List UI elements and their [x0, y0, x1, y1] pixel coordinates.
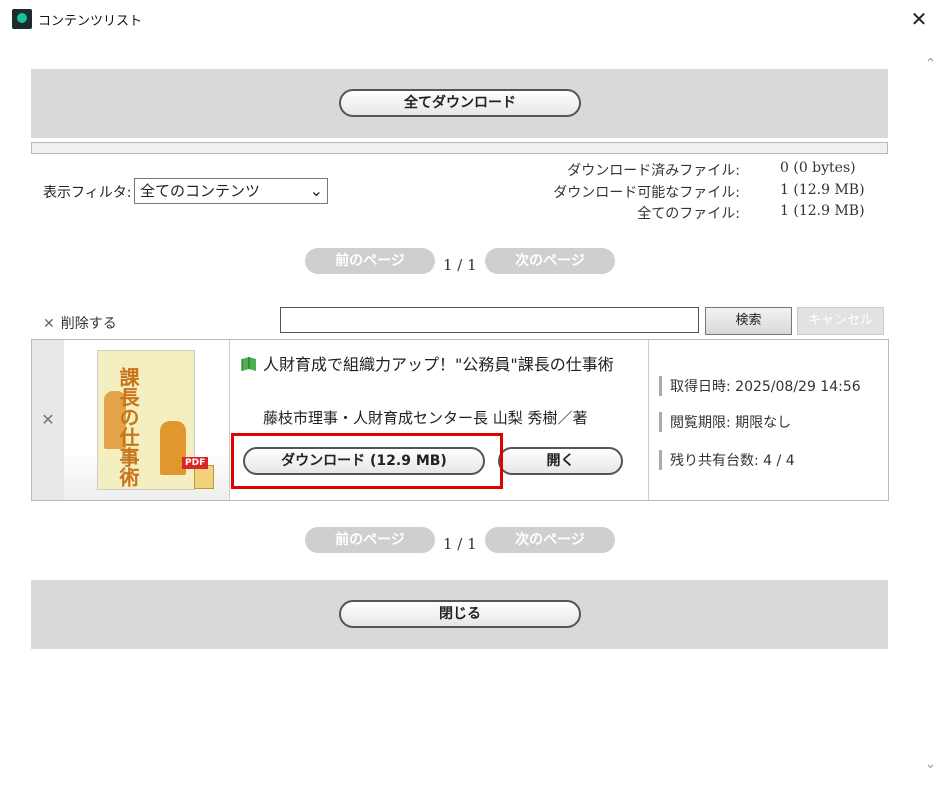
close-button[interactable]: 閉じる — [339, 600, 581, 628]
viewing-expiry: 閲覧期限: 期限なし — [659, 412, 791, 432]
progress-bar — [31, 142, 888, 154]
download-button[interactable]: ダウンロード (12.9 MB) — [243, 447, 485, 475]
item-author: 藤枝市理事・人財育成センター長 山梨 秀樹／著 — [263, 409, 588, 427]
thumbnail-cell: 課長の仕事術 PDF — [64, 340, 230, 500]
stat-value: 1 (12.9 MB) — [780, 181, 865, 198]
row-delete-icon[interactable]: ✕ — [32, 340, 65, 500]
top-panel: 全てダウンロード — [31, 69, 888, 138]
cover-title: 課長の仕事術 — [116, 367, 140, 487]
search-button[interactable]: 検索 — [705, 307, 792, 335]
bottom-panel: 閉じる — [31, 580, 888, 649]
app-icon — [12, 9, 32, 29]
book-icon — [241, 357, 256, 371]
prev-page-button-bottom[interactable]: 前のページ — [305, 527, 435, 553]
item-info: 人財育成で組織力アップ！"公務員"課長の仕事術 藤枝市理事・人財育成センター長 … — [230, 340, 648, 500]
next-page-button-bottom[interactable]: 次のページ — [485, 527, 615, 553]
filter-label: 表示フィルタ: — [43, 185, 132, 201]
chevron-up-icon[interactable]: ⌃ — [920, 56, 941, 72]
close-icon[interactable]: ✕ — [905, 6, 933, 32]
book-cover-image: 課長の仕事術 — [97, 350, 195, 490]
stat-downloaded: ダウンロード済みファイル: 0 (0 bytes) — [520, 160, 880, 182]
content-area: 全てダウンロード 表示フィルタ: 全てのコンテンツ ⌄ ダウンロード済みファイル… — [0, 38, 920, 795]
stat-downloadable: ダウンロード可能なファイル: 1 (12.9 MB) — [520, 182, 880, 204]
file-stats: ダウンロード済みファイル: 0 (0 bytes) ダウンロード可能なファイル:… — [520, 160, 880, 225]
delete-label: 削除する — [60, 316, 117, 332]
next-page-button[interactable]: 次のページ — [485, 248, 615, 274]
remaining-shares: 残り共有台数: 4 / 4 — [659, 450, 795, 470]
stat-label: ダウンロード可能なファイル: — [553, 184, 740, 201]
pdf-icon: PDF — [182, 455, 216, 491]
prev-page-button[interactable]: 前のページ — [305, 248, 435, 274]
search-input[interactable] — [280, 307, 699, 333]
acquired-datetime: 取得日時: 2025/08/29 14:56 — [659, 376, 861, 396]
title-bar: コンテンツリスト ✕ — [0, 0, 941, 38]
item-title: 人財育成で組織力アップ！"公務員"課長の仕事術 — [263, 355, 614, 374]
format-badge: PDF — [182, 457, 209, 469]
filter-select[interactable]: 全てのコンテンツ ⌄ — [134, 178, 328, 204]
window-title: コンテンツリスト — [38, 14, 143, 29]
stat-label: ダウンロード済みファイル: — [567, 163, 740, 179]
chevron-down-icon[interactable]: ⌄ — [920, 756, 941, 772]
stat-total: 全てのファイル: 1 (12.9 MB) — [520, 203, 880, 225]
stat-label: 全てのファイル: — [637, 206, 740, 222]
page-indicator: 1 / 1 — [443, 256, 477, 274]
open-button[interactable]: 開く — [498, 447, 623, 475]
stat-value: 1 (12.9 MB) — [780, 203, 865, 219]
download-all-button[interactable]: 全てダウンロード — [339, 89, 581, 117]
close-icon: ✕ — [43, 316, 55, 332]
chevron-down-icon: ⌄ — [309, 181, 323, 200]
scrollbar[interactable]: ⌃ ⌄ — [920, 38, 941, 795]
delete-button[interactable]: ✕ 削除する — [43, 313, 117, 333]
item-meta: 取得日時: 2025/08/29 14:56 閲覧期限: 期限なし 残り共有台数… — [648, 340, 889, 500]
page-indicator-bottom: 1 / 1 — [443, 535, 477, 553]
filter-selected-value: 全てのコンテンツ — [140, 182, 261, 200]
cancel-button[interactable]: キャンセル — [797, 307, 884, 335]
content-item-row: ✕ 課長の仕事術 PDF 人財育成で組織力アップ！"公務員"課長の仕事術 藤枝市… — [31, 339, 889, 501]
stat-value: 0 (0 bytes) — [780, 160, 856, 176]
